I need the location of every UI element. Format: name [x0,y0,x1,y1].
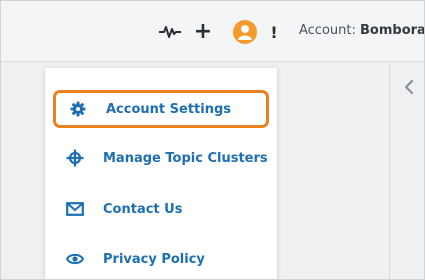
menu-item-privacy-policy[interactable]: Privacy Policy [53,240,269,278]
menu-item-label: Contact Us [103,201,183,217]
left-column [1,62,45,279]
top-toolbar: + ! Account: Bombora [1,1,424,62]
menu-item-manage-topic-clusters[interactable]: Manage Topic Clusters [53,139,269,177]
menu-item-contact-us[interactable]: Contact Us [53,190,269,228]
gear-icon [68,99,88,119]
app-window: + ! Account: Bombora Account Settings Ma… [0,0,425,280]
activity-icon[interactable] [159,21,181,43]
account-name: Bombora [360,23,425,38]
right-panel [389,62,424,279]
menu-item-label: Privacy Policy [103,251,205,267]
menu-item-label: Manage Topic Clusters [103,150,268,166]
account-indicator[interactable]: Account: Bombora [299,23,425,38]
menu-item-account-settings[interactable]: Account Settings [53,90,269,128]
crosshair-icon [65,148,85,168]
account-dropdown-menu: Account Settings Manage Topic Clusters C… [45,68,277,279]
menu-item-label: Account Settings [106,101,232,117]
user-avatar-icon[interactable] [233,20,257,44]
alert-icon[interactable]: ! [269,21,279,43]
add-icon[interactable]: + [194,21,212,43]
account-label: Account: [299,23,356,38]
eye-icon [65,249,85,269]
envelope-icon [65,199,85,219]
chevron-left-icon[interactable] [402,78,416,96]
